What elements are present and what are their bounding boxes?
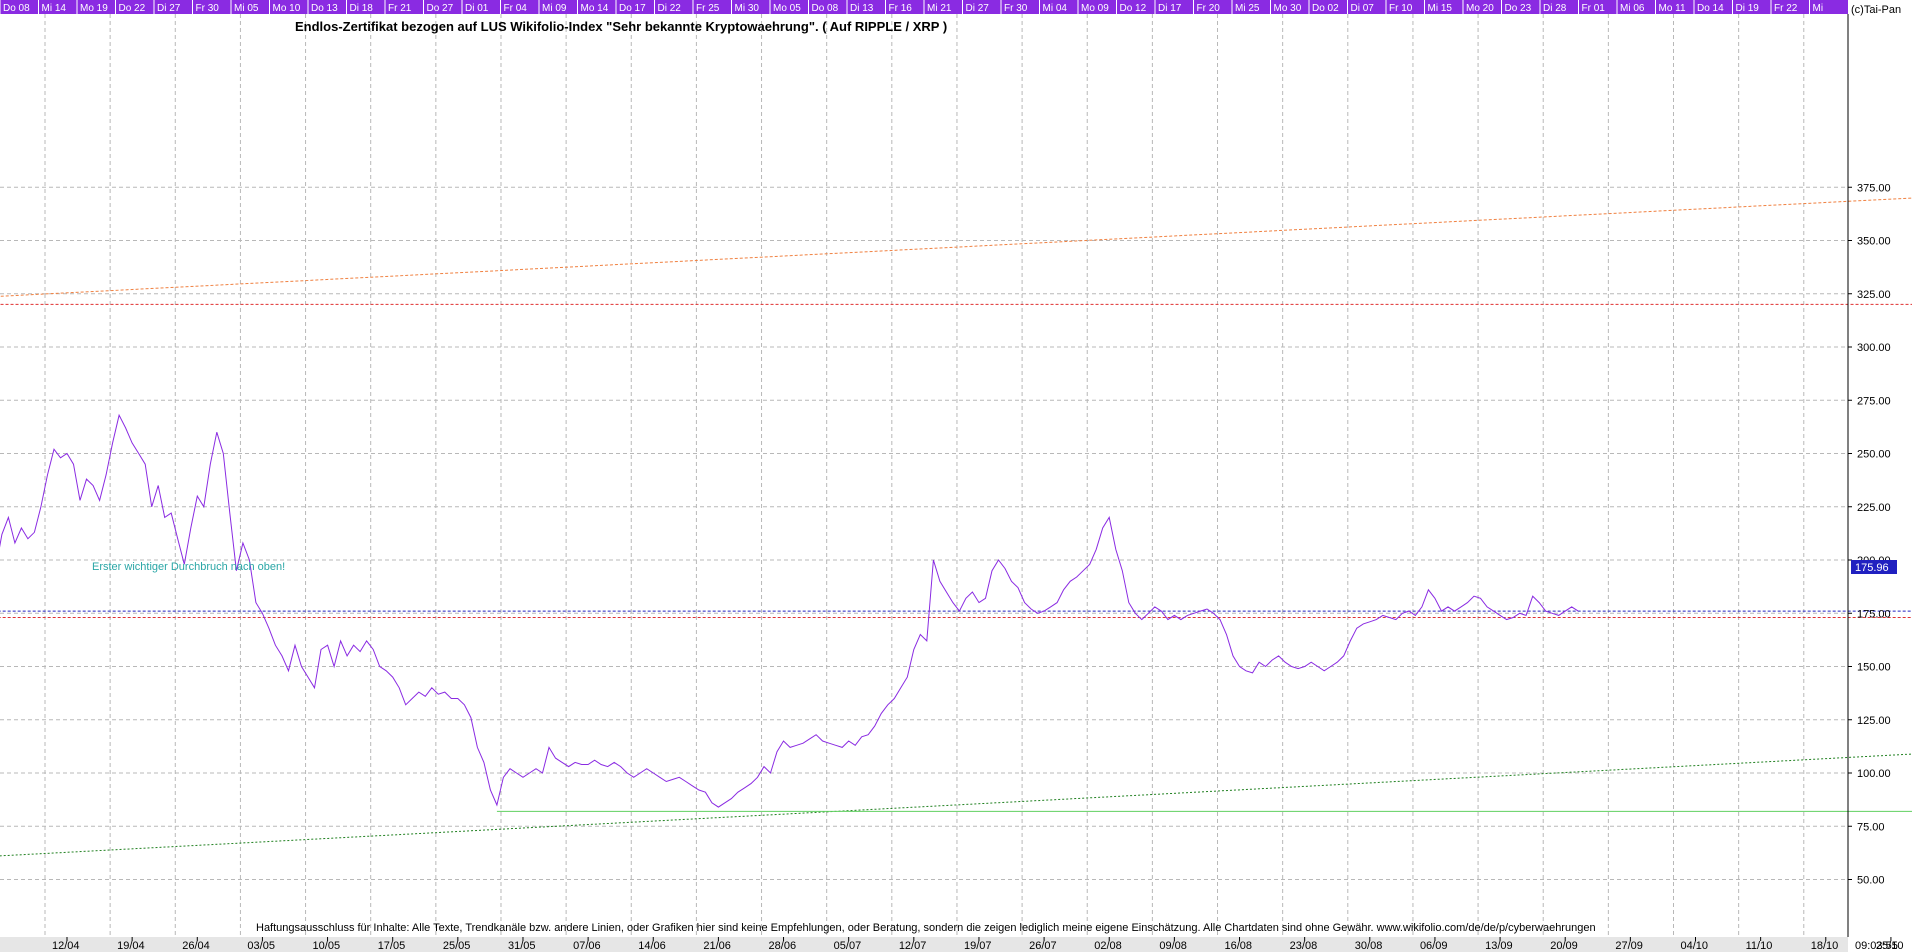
top-date-label: Fr 22 [1774, 3, 1798, 14]
top-date-label: Mo 20 [1466, 3, 1494, 14]
top-date-label: Fr 20 [1197, 3, 1221, 14]
top-date-label: Do 13 [311, 3, 338, 14]
y-tick-label: 50.00 [1857, 875, 1885, 887]
chart-background [0, 0, 1912, 952]
top-date-label: Di 13 [850, 3, 874, 14]
bottom-date-label: 20/09 [1550, 940, 1578, 952]
top-date-label: Fr 21 [388, 3, 412, 14]
bottom-date-label: 28/06 [769, 940, 797, 952]
bottom-date-label: 26/04 [182, 940, 210, 952]
y-tick-label: 150.00 [1857, 662, 1891, 674]
top-date-label: Do 08 [3, 3, 30, 14]
top-date-label: Mi 09 [542, 3, 567, 14]
top-date-label: Mo 05 [773, 3, 801, 14]
top-date-label: Fr 30 [196, 3, 220, 14]
top-date-label: Fr 16 [889, 3, 913, 14]
top-date-label: Mo 30 [1274, 3, 1302, 14]
bottom-date-label: 11/10 [1746, 940, 1773, 952]
bottom-date-label: 19/04 [117, 940, 145, 952]
top-date-label: Mo 10 [273, 3, 301, 14]
top-date-label: Do 23 [1505, 3, 1532, 14]
time-label: 09:03:55 [1855, 940, 1898, 952]
top-date-label: Di 19 [1736, 3, 1760, 14]
copyright-label: (c)Tai-Pan [1851, 4, 1901, 16]
bottom-date-label: 26/07 [1029, 940, 1057, 952]
bottom-date-label: 09/08 [1159, 940, 1187, 952]
top-date-label: Di 22 [658, 3, 682, 14]
y-tick-label: 125.00 [1857, 715, 1891, 727]
top-date-label: Di 28 [1543, 3, 1567, 14]
top-date-label: Mo 09 [1081, 3, 1109, 14]
top-date-label: Do 17 [619, 3, 646, 14]
bottom-date-label: 07/06 [573, 940, 601, 952]
top-date-label: Mo 14 [581, 3, 609, 14]
y-tick-label: 250.00 [1857, 449, 1891, 461]
top-date-label: Di 27 [966, 3, 990, 14]
bottom-date-label: 18/10 [1811, 940, 1839, 952]
bottom-date-label: 25/05 [443, 940, 471, 952]
top-date-label: Do 22 [119, 3, 146, 14]
top-date-label: Mi 04 [1043, 3, 1068, 14]
disclaimer-text: Haftungsausschluss für Inhalte: Alle Tex… [256, 922, 1596, 934]
bottom-date-label: 12/04 [52, 940, 80, 952]
top-date-label: Do 14 [1697, 3, 1724, 14]
top-date-label: Mi 25 [1235, 3, 1260, 14]
top-date-label: Mi 06 [1620, 3, 1645, 14]
bottom-date-label: 04/10 [1681, 940, 1709, 952]
top-date-label: Mi [1813, 3, 1824, 14]
top-date-label: Do 08 [812, 3, 839, 14]
bottom-date-label: 17/05 [378, 940, 406, 952]
bottom-date-label: 14/06 [638, 940, 666, 952]
y-tick-label: 175.00 [1857, 608, 1891, 620]
top-date-label: Mi 14 [42, 3, 67, 14]
bottom-date-label: 12/07 [899, 940, 927, 952]
bottom-date-label: 23/08 [1290, 940, 1318, 952]
y-tick-label: 75.00 [1857, 821, 1885, 833]
bottom-date-label: 13/09 [1485, 940, 1513, 952]
bottom-date-label: 16/08 [1225, 940, 1253, 952]
top-date-label: Mi 30 [735, 3, 760, 14]
bottom-date-label: 10/05 [313, 940, 341, 952]
top-date-label: Di 07 [1351, 3, 1375, 14]
top-date-label: Do 02 [1312, 3, 1339, 14]
chart-title: Endlos-Zertifikat bezogen auf LUS Wikifo… [295, 19, 947, 34]
top-date-label: Mi 15 [1428, 3, 1453, 14]
y-tick-label: 225.00 [1857, 502, 1891, 514]
top-date-label: Fr 01 [1582, 3, 1606, 14]
bottom-date-labels: 12/04 19/04 26/04 03/05 10/05 17/05 25/05 31/05… [52, 937, 1903, 952]
y-tick-label: 100.00 [1857, 768, 1891, 780]
top-date-label: Di 18 [350, 3, 374, 14]
top-date-label: Do 27 [427, 3, 454, 14]
y-tick-label: 350.00 [1857, 236, 1891, 248]
top-date-label: Do 12 [1120, 3, 1147, 14]
top-date-label: Fr 30 [1004, 3, 1028, 14]
bottom-date-label: 30/08 [1355, 940, 1383, 952]
top-date-label: Fr 25 [696, 3, 720, 14]
top-date-label: Mi 21 [927, 3, 952, 14]
bottom-date-label: 21/06 [703, 940, 731, 952]
y-tick-label: 375.00 [1857, 182, 1891, 194]
top-date-label: Mo 19 [80, 3, 108, 14]
bottom-date-label: 19/07 [964, 940, 992, 952]
top-date-label: Di 27 [157, 3, 181, 14]
bottom-date-label: 27/09 [1615, 940, 1643, 952]
top-date-label: Di 17 [1158, 3, 1182, 14]
y-tick-label: 325.00 [1857, 289, 1891, 301]
price-chart: Do 08 Mi 14 Mo 19 Do 22 Di 27 Fr 30 Mi 05 Mo 10… [0, 0, 1912, 952]
current-price-label: 175.96 [1855, 562, 1889, 574]
top-date-label: Fr 04 [504, 3, 528, 14]
bottom-date-label: 03/05 [247, 940, 275, 952]
bottom-date-label: 31/05 [508, 940, 536, 952]
y-tick-label: 300.00 [1857, 342, 1891, 354]
bottom-date-label: 02/08 [1094, 940, 1122, 952]
top-date-label: Fr 10 [1389, 3, 1413, 14]
bottom-date-label: 05/07 [834, 940, 862, 952]
top-date-label: Mo 11 [1659, 3, 1686, 14]
top-date-labels: Do 08 Mi 14 Mo 19 Do 22 Di 27 Fr 30 Mi 05 Mo 10… [0, 0, 1823, 14]
top-date-label: Di 01 [465, 3, 489, 14]
top-date-label: Mi 05 [234, 3, 259, 14]
bottom-date-label: 06/09 [1420, 940, 1448, 952]
breakout-annotation: Erster wichtiger Durchbruch nach oben! [92, 561, 285, 573]
y-tick-label: 275.00 [1857, 395, 1891, 407]
